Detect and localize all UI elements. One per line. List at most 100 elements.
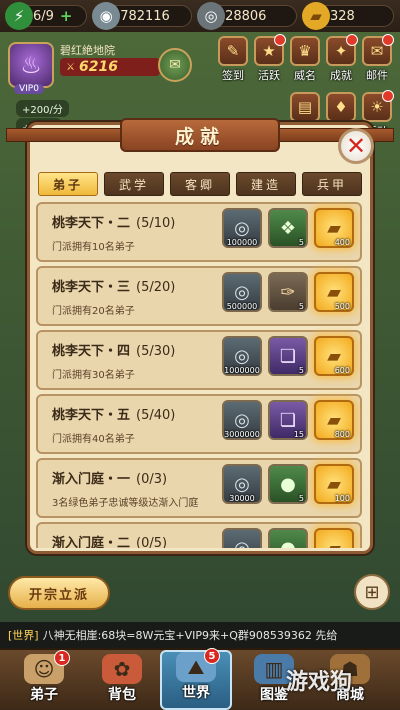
world-chat-bar[interactable]: [世界] 八神无相崖:68块=8W元宝+VIP9来+Q群908539362 先给 [0,622,400,648]
nav-item-0[interactable]: ☺ 弟子 1 [8,650,80,710]
grid-icon: ⊞ [364,581,380,603]
reward-purple-icon[interactable]: ❏ 15 [268,400,308,440]
nav-label: 世界 [182,685,210,701]
reward-quantity: 500 [334,302,350,311]
tab-1[interactable]: 武学 [104,172,164,196]
reward-quantity: 800 [334,430,350,439]
reward-coin-icon[interactable]: ◎ 1000000 [222,336,262,376]
achievement-title: 渐入门庭・二 [52,536,131,548]
feature-button-0[interactable]: ✎ 签到 [216,36,250,84]
vip-badge: VIP0 [14,84,44,94]
reward-quantity: 100 [334,494,350,503]
reward-gold-icon[interactable]: ▰ 600 [314,336,354,376]
reward-glyph: ❏ [279,409,297,431]
reward-glyph: ▰ [327,473,341,495]
reward-coin-icon[interactable]: ◎ [222,528,262,548]
reward-coin-icon[interactable]: ◎ 100000 [222,208,262,248]
feature-button-3[interactable]: ✦ 成就 [324,34,358,84]
achievement-title-group: 渐入门庭・二 (0/5) [52,532,167,548]
achievement-row[interactable]: 渐入门庭・一 (0/3) 3名绿色弟子忠诚等级达渐入门庭 ◎ 30000 ● 5 ▰ 100 [36,458,362,518]
achievement-progress: (5/10) [136,216,176,231]
reward-coin-icon[interactable]: ◎ 30000 [222,464,262,504]
reward-quantity: 100000 [226,238,258,247]
achievement-title: 桃李天下・五 [52,408,131,423]
reward-glyph: ◎ [234,281,250,303]
close-button[interactable]: ✕ [338,128,374,164]
close-icon: ✕ [345,132,367,160]
chat-channel-tag: [世界] [8,629,39,642]
tab-2[interactable]: 客卿 [170,172,230,196]
achievement-title-group: 桃李天下・四 (5/30) [52,340,175,359]
feature-button-4[interactable]: ✉ 邮件 [360,34,394,84]
reward-purple-icon[interactable]: ❏ 5 [268,336,308,376]
achievement-row[interactable]: 桃李天下・四 (5/30) 门派拥有30名弟子 ◎ 1000000 ❏ 5 ▰ 600 [36,330,362,390]
resource-bar: ⚡ 6/9 + ◉ 782116 ◎ 28806 ▰ 328 [0,0,400,32]
reward-quantity: 500000 [226,302,258,311]
silver-value: 782116 [120,8,170,24]
guild-name: 碧红絶地院 [60,44,115,57]
reward-green-icon[interactable]: ● [268,528,308,548]
player-card: ♨ VIP0 碧红絶地院 ⚔ 6216 ✉ [4,38,192,94]
achievement-title-group: 桃李天下・二 (5/10) [52,212,175,231]
reward-glyph: ◎ [234,473,250,495]
reward-coin-icon[interactable]: ◎ 3000000 [222,400,262,440]
reward-gold-icon[interactable]: ▰ 800 [314,400,354,440]
tab-4[interactable]: 兵甲 [302,172,362,196]
start-sect-button[interactable]: 开宗立派 [8,576,110,610]
reward-quantity: 400 [334,238,350,247]
tab-0[interactable]: 弟子 [38,172,98,196]
banner-right [274,128,394,142]
scroll-button[interactable]: ✉ [158,48,192,82]
reward-green-icon[interactable]: ● 5 [268,464,308,504]
add-stamina-icon[interactable]: + [60,7,73,25]
notification-dot [382,90,394,102]
reward-gold-icon[interactable]: ▰ 400 [314,208,354,248]
copper-resource[interactable]: ◎ 28806 [197,2,297,30]
achievement-row[interactable]: 渐入门庭・二 (0/5) ◎ ● ▰ [36,522,362,548]
nav-item-1[interactable]: ✿ 背包 [86,654,158,710]
reward-glyph: ◎ [234,217,250,239]
reward-gold-icon[interactable]: ▰ 500 [314,272,354,312]
avatar[interactable]: ♨ [8,42,54,88]
achievement-title-group: 桃李天下・三 (5/20) [52,276,175,295]
feature-icon: ✎ [218,36,248,66]
gold-resource[interactable]: ▰ 328 [301,2,394,30]
feature-button-2[interactable]: ♛ 威名 [288,36,322,84]
reward-quantity: 5 [298,494,304,503]
reward-gold-icon[interactable]: ▰ 100 [314,464,354,504]
reward-brown-icon[interactable]: ✑ 5 [268,272,308,312]
nav-badge: 1 [54,650,70,666]
category-tabs: 弟子 武学 客卿 建造 兵甲 [38,172,362,196]
reward-glyph: ▰ [327,537,341,549]
feature-icon: ♛ [290,36,320,66]
reward-green-icon[interactable]: ❖ 5 [268,208,308,248]
reward-coin-icon[interactable]: ◎ 500000 [222,272,262,312]
panel-title: 成就 [120,118,280,152]
tab-3[interactable]: 建造 [236,172,296,196]
reward-glyph: ❖ [279,217,297,239]
achievement-progress: (5/30) [136,344,176,359]
watermark: 游戏狗 [286,670,353,695]
stamina-resource[interactable]: ⚡ 6/9 + [5,2,88,30]
nav-label: 弟子 [30,687,58,703]
achievement-row[interactable]: 桃李天下・二 (5/10) 门派拥有10名弟子 ◎ 100000 ❖ 5 ▰ 400 [36,202,362,262]
reward-glyph: ◎ [234,409,250,431]
achievement-title: 桃李天下・三 [52,280,131,295]
reward-glyph: ▰ [327,345,341,367]
feature-label: 活跃 [258,69,280,82]
sword-icon: ⚔ [66,61,75,73]
feature-label: 邮件 [366,69,388,82]
achievement-progress: (0/3) [136,472,168,487]
achievement-row[interactable]: 桃李天下・三 (5/20) 门派拥有20名弟子 ◎ 500000 ✑ 5 ▰ 500 [36,266,362,326]
reward-glyph: ❏ [279,345,297,367]
feature-button-1[interactable]: ★ 活跃 [252,34,286,84]
menu-grid-button[interactable]: ⊞ [354,574,390,610]
reward-gold-icon[interactable]: ▰ [314,528,354,548]
stamina-value: 6/9 [33,8,54,24]
silver-resource[interactable]: ◉ 782116 [92,2,193,30]
achievement-row[interactable]: 桃李天下・五 (5/40) 门派拥有40名弟子 ◎ 3000000 ❏ 15 ▰ 800 [36,394,362,454]
feature-label: 成就 [330,69,352,82]
banner-left [6,128,126,142]
achievement-list[interactable]: 桃李天下・二 (5/10) 门派拥有10名弟子 ◎ 100000 ❖ 5 ▰ 400 桃李天下・三… [36,202,364,548]
nav-item-2[interactable]: ⛰ 世界 5 [160,648,232,710]
